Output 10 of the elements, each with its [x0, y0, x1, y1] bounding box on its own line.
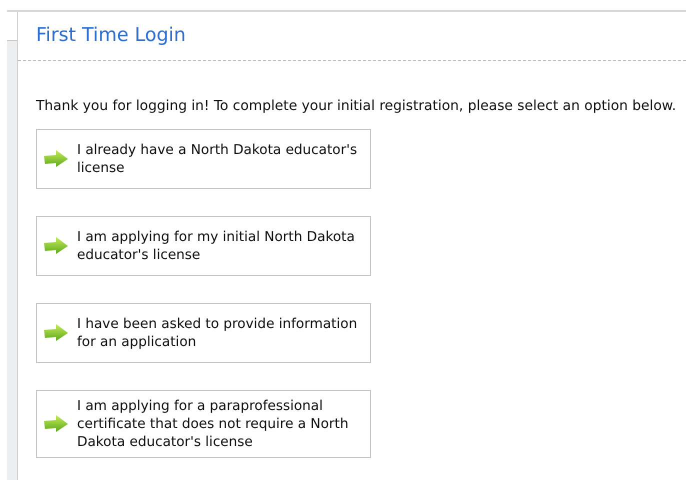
option-button[interactable]: I have been asked to provide information for an application [36, 303, 371, 363]
arrow-icon [43, 323, 69, 343]
arrow-icon [43, 414, 69, 434]
option-button[interactable]: I am applying for my initial North Dakota educator's license [36, 216, 371, 276]
arrow-icon [43, 149, 69, 169]
option-button[interactable]: I am applying for a paraprofessional certificate that does not require a North Dakota educator's license [36, 390, 371, 458]
arrow-icon [43, 236, 69, 256]
page-title: First Time Login [18, 12, 686, 61]
option-button[interactable]: I already have a North Dakota educator's license [36, 129, 371, 189]
intro-text: Thank you for logging in! To complete your initial registration, please select an option below. [35, 97, 678, 114]
